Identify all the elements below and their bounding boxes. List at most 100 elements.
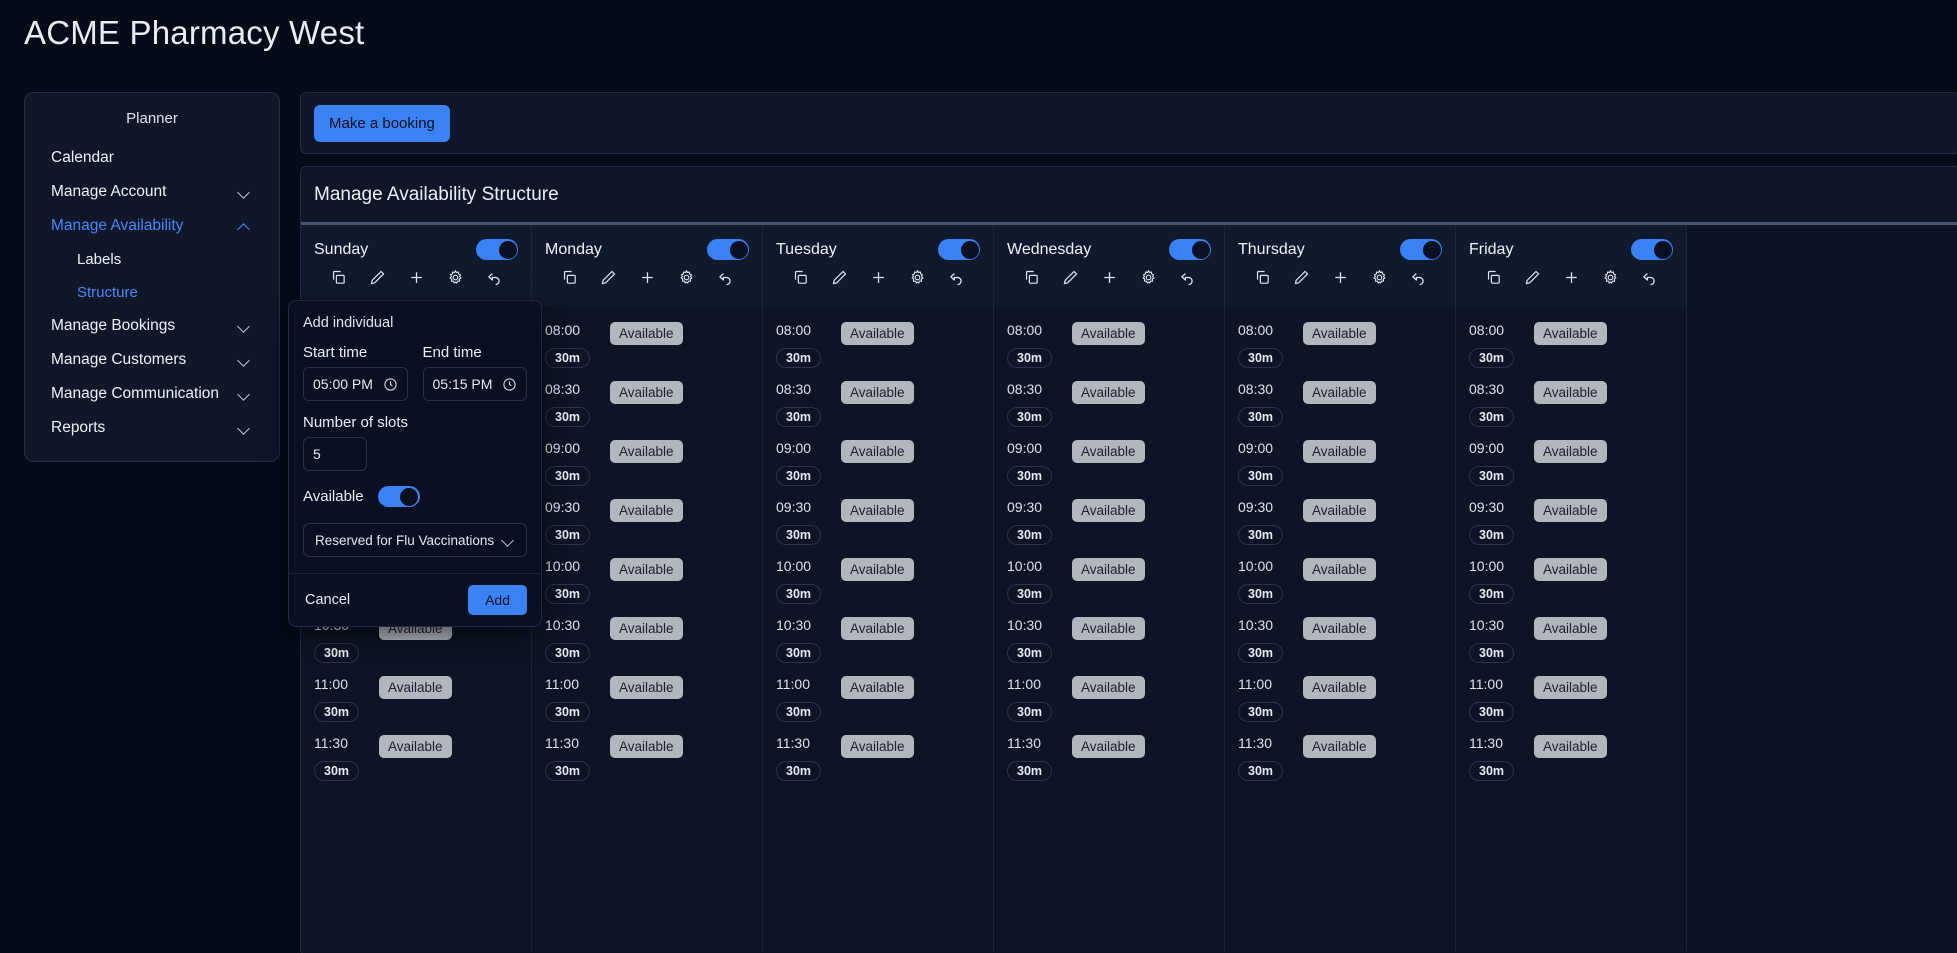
sidebar-item-manage-customers[interactable]: Manage Customers [25,343,279,377]
slot-availability-badge[interactable]: Available [841,381,914,404]
slot-availability-badge[interactable]: Available [1534,617,1607,640]
slot-availability-badge[interactable]: Available [610,322,683,345]
slot-availability-badge[interactable]: Available [1303,617,1376,640]
pencil-icon[interactable] [831,269,848,286]
slot-availability-badge[interactable]: Available [841,617,914,640]
slot-availability-badge[interactable]: Available [1072,499,1145,522]
gear-icon[interactable] [1140,269,1157,286]
slot-availability-badge[interactable]: Available [1072,440,1145,463]
pencil-icon[interactable] [600,269,617,286]
slot-availability-badge[interactable]: Available [1072,676,1145,699]
undo-icon[interactable] [1179,269,1196,286]
copy-icon[interactable] [330,269,347,286]
slot-availability-badge[interactable]: Available [610,381,683,404]
add-button[interactable]: Add [468,585,527,615]
plus-icon[interactable] [1101,269,1118,286]
slot-availability-badge[interactable]: Available [1534,499,1607,522]
slot-availability-badge[interactable]: Available [610,735,683,758]
plus-icon[interactable] [1332,269,1349,286]
gear-icon[interactable] [678,269,695,286]
slot-availability-badge[interactable]: Available [379,676,452,699]
slot-availability-badge[interactable]: Available [610,499,683,522]
slot-availability-badge[interactable]: Available [610,676,683,699]
day-enabled-toggle[interactable] [476,239,518,260]
gear-icon[interactable] [1371,269,1388,286]
slot-availability-badge[interactable]: Available [610,440,683,463]
available-toggle[interactable] [377,486,420,507]
cancel-button[interactable]: Cancel [303,588,352,612]
slot-availability-badge[interactable]: Available [610,558,683,581]
undo-icon[interactable] [1641,269,1658,286]
slot-availability-badge[interactable]: Available [1534,440,1607,463]
day-enabled-toggle[interactable] [707,239,749,260]
sidebar-item-manage-bookings[interactable]: Manage Bookings [25,309,279,343]
slot-duration: 30m [1238,348,1284,368]
slot-availability-badge[interactable]: Available [1303,676,1376,699]
sidebar-item-manage-communication[interactable]: Manage Communication [25,377,279,411]
pencil-icon[interactable] [369,269,386,286]
undo-icon[interactable] [948,269,965,286]
copy-icon[interactable] [561,269,578,286]
slot-availability-badge[interactable]: Available [1072,322,1145,345]
slot-availability-badge[interactable]: Available [841,322,914,345]
undo-icon[interactable] [1410,269,1427,286]
start-time-input[interactable]: 05:00 PM [303,367,408,401]
slot-availability-badge[interactable]: Available [1072,558,1145,581]
slot-availability-badge[interactable]: Available [841,499,914,522]
pencil-icon[interactable] [1524,269,1541,286]
copy-icon[interactable] [1023,269,1040,286]
slot-availability-badge[interactable]: Available [1534,735,1607,758]
slot-availability-badge[interactable]: Available [1534,558,1607,581]
day-enabled-toggle[interactable] [1169,239,1211,260]
plus-icon[interactable] [408,269,425,286]
gear-icon[interactable] [447,269,464,286]
end-time-input[interactable]: 05:15 PM [422,367,527,401]
plus-icon[interactable] [1563,269,1580,286]
slot-availability-badge[interactable]: Available [841,558,914,581]
slot-availability-badge[interactable]: Available [1303,322,1376,345]
gear-icon[interactable] [909,269,926,286]
label-select[interactable]: Reserved for Flu Vaccinations [303,523,527,557]
sidebar-item-manage-availability[interactable]: Manage Availability [25,209,279,243]
plus-icon[interactable] [870,269,887,286]
slot-availability-badge[interactable]: Available [1303,558,1376,581]
day-action-icons [545,269,749,286]
copy-icon[interactable] [792,269,809,286]
undo-icon[interactable] [717,269,734,286]
pencil-icon[interactable] [1293,269,1310,286]
slot-availability-badge[interactable]: Available [1303,499,1376,522]
slot-availability-badge[interactable]: Available [1072,381,1145,404]
slot-availability-badge[interactable]: Available [1534,322,1607,345]
number-of-slots-input[interactable]: 5 [303,437,367,471]
slot-availability-badge[interactable]: Available [841,735,914,758]
undo-icon[interactable] [486,269,503,286]
slot-availability-badge[interactable]: Available [841,676,914,699]
slot-time-block: 11:00 30m [314,675,368,722]
sidebar-item-labels[interactable]: Labels [25,243,279,276]
slot-availability-badge[interactable]: Available [1534,676,1607,699]
slot-availability-badge[interactable]: Available [1303,381,1376,404]
clock-icon[interactable] [502,377,517,392]
slot-availability-badge[interactable]: Available [1303,440,1376,463]
copy-icon[interactable] [1254,269,1271,286]
sidebar-item-reports[interactable]: Reports [25,411,279,445]
plus-icon[interactable] [639,269,656,286]
day-enabled-toggle[interactable] [1400,239,1442,260]
clock-icon[interactable] [383,377,398,392]
slot-availability-badge[interactable]: Available [1534,381,1607,404]
sidebar-item-calendar[interactable]: Calendar [25,141,279,175]
slot-availability-badge[interactable]: Available [1072,735,1145,758]
sidebar-item-structure[interactable]: Structure [25,276,279,309]
slot-availability-badge[interactable]: Available [1072,617,1145,640]
day-enabled-toggle[interactable] [938,239,980,260]
pencil-icon[interactable] [1062,269,1079,286]
slot-availability-badge[interactable]: Available [379,735,452,758]
gear-icon[interactable] [1602,269,1619,286]
slot-availability-badge[interactable]: Available [841,440,914,463]
sidebar-item-manage-account[interactable]: Manage Account [25,175,279,209]
day-enabled-toggle[interactable] [1631,239,1673,260]
slot-availability-badge[interactable]: Available [1303,735,1376,758]
make-a-booking-button[interactable]: Make a booking [314,104,450,142]
copy-icon[interactable] [1485,269,1502,286]
slot-availability-badge[interactable]: Available [610,617,683,640]
